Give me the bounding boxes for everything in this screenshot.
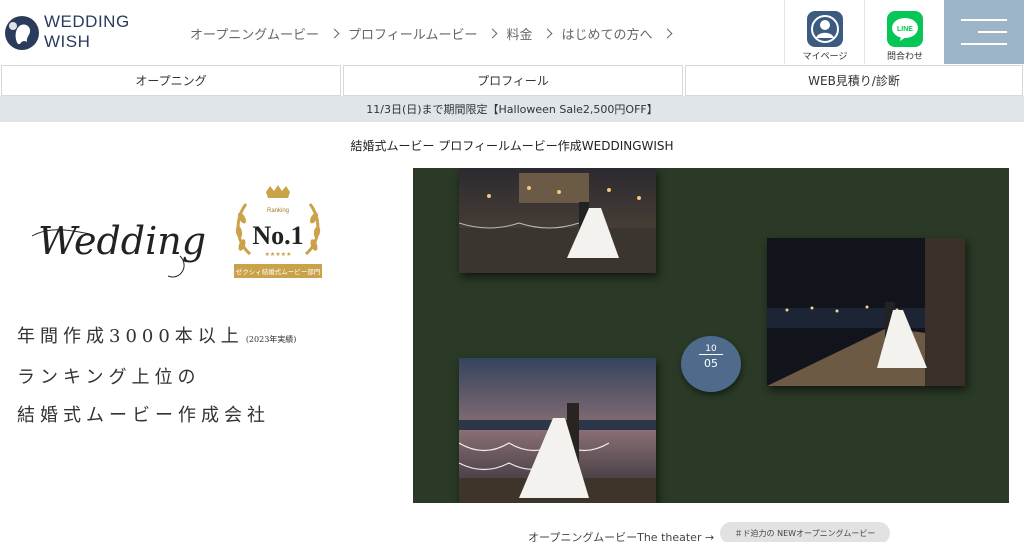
svg-text:★★★★★: ★★★★★: [265, 251, 292, 258]
new-opening-movie-tag[interactable]: ＃ド迫力の NEWオープニングムービー: [720, 522, 890, 542]
sub-nav: オープニング プロフィール WEB見積り/診断: [0, 65, 1024, 96]
wedding-photo-3: [459, 358, 656, 503]
nav-price[interactable]: 料金: [506, 24, 553, 43]
calendar-date-disc: 10 05: [681, 336, 741, 392]
subnav-profile[interactable]: プロフィール: [343, 65, 683, 96]
brand-name: WEDDING WISH: [44, 12, 130, 52]
hero-copy: 年間作成3000本以上 (2023年実績) ランキング上位の 結婚式ムービー作成会…: [17, 318, 296, 435]
chevron-right-icon: [663, 28, 673, 39]
wedding-photo-1: [459, 168, 656, 273]
line-icon: LINE: [887, 11, 923, 47]
hero-copy-line1-text: 年間作成3000本以上: [17, 326, 244, 347]
chevron-right-icon: [488, 28, 498, 39]
brand-line2: WISH: [44, 32, 91, 51]
pill-text: ＃ド迫力の NEWオープニングムービー: [734, 528, 876, 538]
wedding-photo-2: [767, 238, 965, 386]
theater-link[interactable]: オープニングムービーThe theater →: [528, 529, 714, 542]
sale-banner-text: 11/3日(日)まで期間限定【Halloween Sale2,500円OFF】: [366, 103, 658, 116]
svg-text:No.1: No.1: [252, 221, 303, 250]
subnav-web-estimate[interactable]: WEB見積り/診断: [685, 65, 1023, 96]
line-contact-button[interactable]: LINE 問合わせ: [864, 0, 944, 64]
chevron-right-icon: [329, 28, 340, 39]
svg-text:Ranking: Ranking: [267, 208, 289, 214]
mypage-button[interactable]: マイページ: [784, 0, 864, 64]
nav-opening-movie[interactable]: オープニングムービー: [190, 24, 340, 43]
sale-banner[interactable]: 11/3日(日)まで期間限定【Halloween Sale2,500円OFF】: [0, 96, 1024, 122]
page-tagline: 結婚式ムービー プロフィールムービー作成WEDDINGWISH: [350, 139, 674, 153]
ranking-no1-badge: Ranking No.1 ★★★★★ ゼクシィ結婚式ムービー部門: [234, 185, 322, 278]
hero-copy-note: (2023年実績): [245, 335, 297, 344]
line-label: 問合わせ: [886, 52, 923, 62]
nav-label: オープニングムービー: [190, 28, 319, 43]
hero-photo-board: 10 05: [413, 168, 1009, 503]
mypage-label: マイページ: [802, 52, 848, 62]
nav-label: 料金: [506, 28, 533, 43]
global-nav: オープニングムービー プロフィールムービー 料金 はじめての方へ: [190, 24, 681, 43]
nav-first-time[interactable]: はじめての方へ: [561, 24, 673, 43]
site-logo[interactable]: WEDDING WISH: [4, 12, 134, 54]
nav-label: はじめての方へ: [561, 28, 653, 43]
hero-copy-line2: ランキング上位の: [17, 367, 201, 388]
nav-label: プロフィールムービー: [347, 28, 478, 43]
subnav-opening[interactable]: オープニング: [1, 65, 341, 96]
chevron-right-icon: [543, 28, 553, 39]
subnav-label: WEB見積り/診断: [808, 74, 900, 88]
svg-text:LINE: LINE: [897, 26, 913, 33]
hero-copy-line1: 年間作成3000本以上 (2023年実績): [17, 318, 296, 359]
subnav-label: プロフィール: [477, 74, 549, 88]
nav-profile-movie[interactable]: プロフィールムービー: [347, 24, 498, 43]
brand-line1: WEDDING: [44, 12, 130, 31]
wedding-script-logo: Wedding: [31, 219, 206, 278]
calendar-month: 10: [699, 344, 723, 355]
subnav-label: オープニング: [135, 74, 207, 88]
svg-text:ゼクシィ結婚式ムービー部門: ゼクシィ結婚式ムービー部門: [236, 267, 321, 276]
user-icon: [807, 11, 843, 47]
site-header: WEDDING WISH オープニングムービー プロフィールムービー 料金 はじ…: [0, 0, 1024, 64]
hero-copy-line3: 結婚式ムービー作成会社: [17, 405, 270, 426]
bride-silhouette-icon: [5, 16, 39, 50]
hamburger-menu-icon[interactable]: [944, 0, 1024, 64]
calendar-day: 05: [704, 357, 718, 370]
